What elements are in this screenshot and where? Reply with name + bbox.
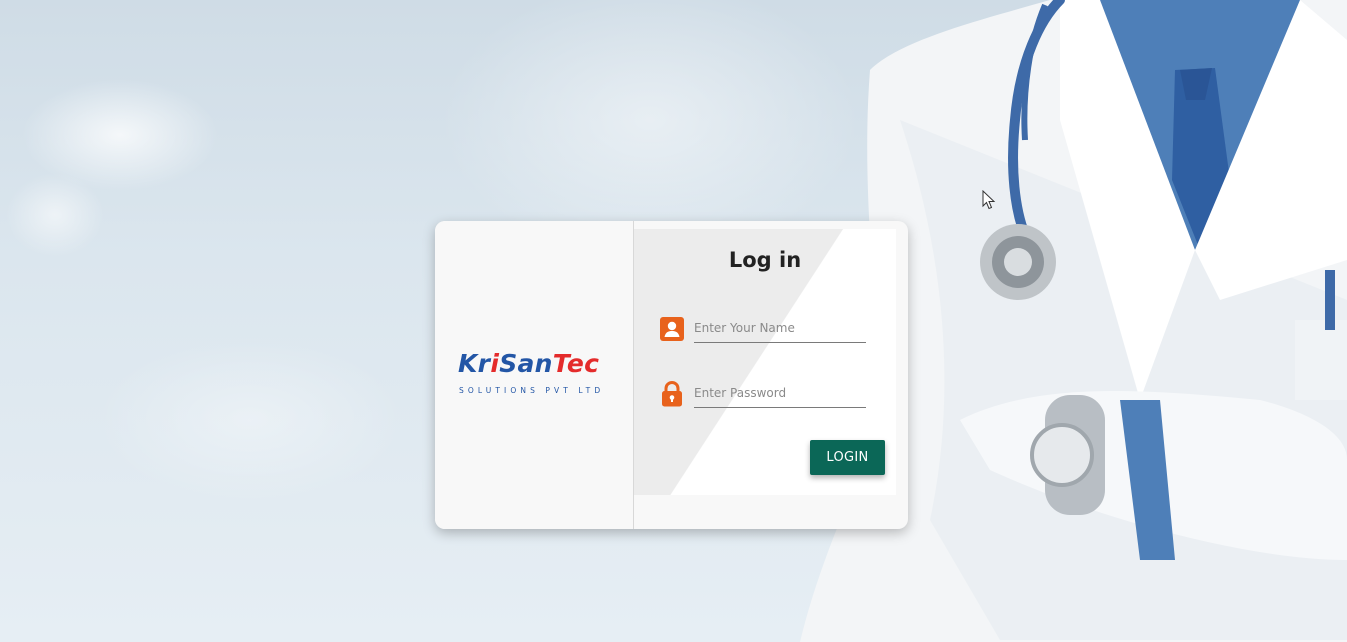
lock-icon [662,381,682,407]
krisantec-logo: KriSanTec SOLUTIONS PVT LTD [458,349,628,399]
login-form: Log in LOGIN [634,229,896,495]
username-input[interactable] [694,314,866,343]
username-field [660,314,870,346]
mouse-cursor-icon [982,190,996,210]
logo-text-tec: Tec [552,349,600,378]
logo-subtitle: SOLUTIONS PVT LTD [459,386,605,395]
password-input[interactable] [694,379,866,408]
logo-text-san: San [499,349,553,378]
password-field [660,379,870,411]
user-icon [660,317,684,341]
login-button[interactable]: LOGIN [810,440,885,475]
logo-panel: KriSanTec SOLUTIONS PVT LTD [435,221,634,529]
login-card: KriSanTec SOLUTIONS PVT LTD Log in LOGI [435,221,908,529]
logo-wordmark: KriSanTec [458,349,599,378]
logo-text-kr: Kr [458,349,491,378]
logo-text-i: i [490,349,500,378]
login-title: Log in [728,248,802,272]
